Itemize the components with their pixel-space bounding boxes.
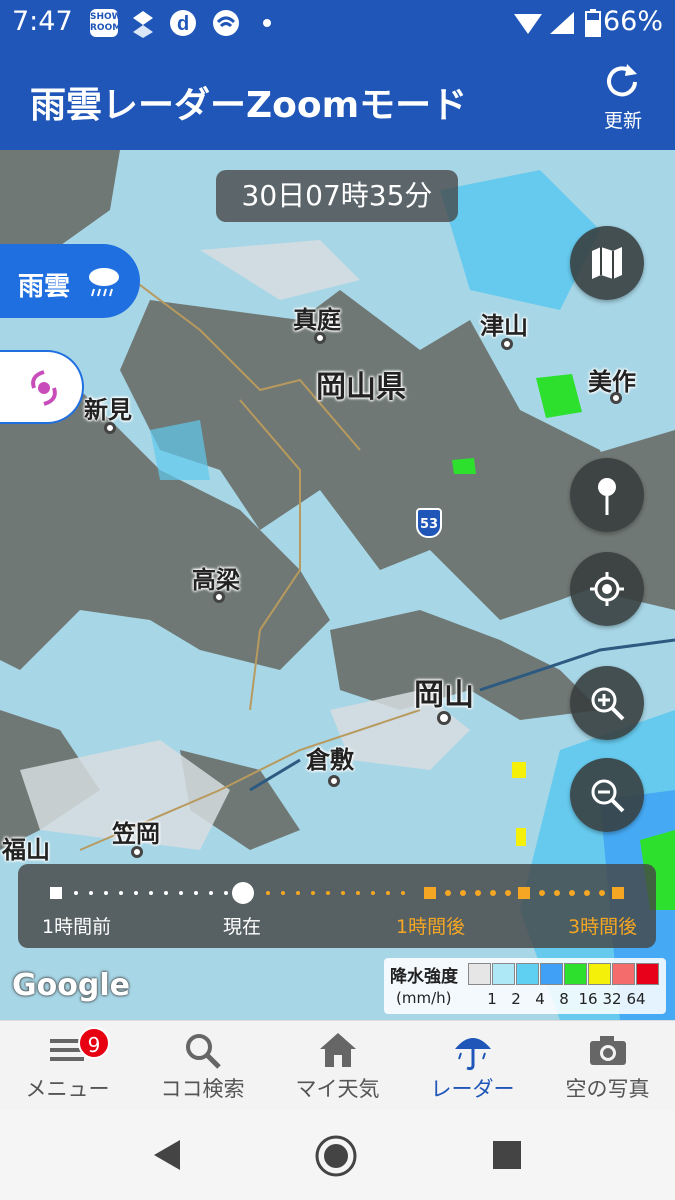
pin-icon xyxy=(598,478,616,515)
typhoon-layer-button[interactable] xyxy=(0,350,84,424)
precipitation-legend: 降水強度 (mm/h) 1 2 4 8 16 32 64 xyxy=(384,958,666,1014)
nav-radar[interactable]: レーダー xyxy=(405,1021,540,1111)
time-slider-thumb xyxy=(232,882,254,904)
city-label: 福山 xyxy=(2,836,50,864)
legend-tick: 1 xyxy=(487,990,497,1008)
time-slider-track[interactable] xyxy=(18,874,656,914)
zoom-out-button[interactable] xyxy=(570,758,644,832)
legend-swatch xyxy=(540,963,563,985)
system-nav-bar xyxy=(0,1110,675,1200)
status-time: 7:47 xyxy=(12,6,73,37)
dropbox-icon xyxy=(133,11,153,38)
prefecture-label: 岡山県 xyxy=(316,370,406,405)
city-label: 新見 xyxy=(84,396,132,424)
d-icon: d xyxy=(170,10,196,36)
legend-unit: (mm/h) xyxy=(396,989,452,1007)
legend-swatch xyxy=(468,963,491,985)
camera-icon xyxy=(590,1036,626,1065)
nav-search-label: ココ検索 xyxy=(160,1077,245,1101)
legend-tick: 64 xyxy=(626,990,646,1008)
refresh-button[interactable]: 更新 xyxy=(593,62,653,132)
legend-swatch xyxy=(588,963,611,985)
search-icon xyxy=(186,1034,221,1069)
current-location-button[interactable] xyxy=(570,552,644,626)
city-marker[interactable] xyxy=(104,422,116,434)
zoom-in-icon xyxy=(591,687,625,721)
zoom-out-icon xyxy=(591,779,625,813)
pin-button[interactable] xyxy=(570,458,644,532)
time-slider[interactable]: 1時間前 現在 1時間後 3時間後 xyxy=(18,864,656,948)
time-label-3h: 3時間後 xyxy=(568,916,638,938)
app-header: 雨雲レーダーZoomモード 更新 xyxy=(0,46,675,150)
city-label: 津山 xyxy=(480,312,528,340)
home-button-icon[interactable] xyxy=(314,1134,358,1178)
svg-text:d: d xyxy=(177,13,189,35)
legend-swatch xyxy=(564,963,587,985)
city-marker[interactable] xyxy=(610,392,622,404)
legend-swatch xyxy=(516,963,539,985)
wifi-signal-icon xyxy=(514,14,542,34)
city-label: 美作 xyxy=(588,368,636,396)
nav-menu[interactable]: 9 メニュー xyxy=(0,1021,135,1111)
back-icon[interactable] xyxy=(150,1136,184,1174)
google-logo: Google xyxy=(12,968,130,1003)
legend-tick: 2 xyxy=(511,990,521,1008)
city-marker[interactable] xyxy=(213,591,225,603)
legend-tick: 4 xyxy=(535,990,545,1008)
map-icon xyxy=(592,247,622,279)
city-label: 倉敷 xyxy=(306,746,354,774)
nav-sky-photos-label: 空の写真 xyxy=(565,1077,650,1101)
rain-layer-button[interactable]: 雨雲 xyxy=(0,244,140,318)
rain-cloud-icon xyxy=(89,268,119,297)
route-sign: 53 xyxy=(416,508,442,538)
recents-icon[interactable] xyxy=(490,1138,524,1172)
menu-badge: 9 xyxy=(78,1027,110,1059)
city-label: 真庭 xyxy=(293,306,341,334)
nav-my-weather[interactable]: マイ天気 xyxy=(270,1021,405,1111)
legend-swatch xyxy=(612,963,635,985)
refresh-icon xyxy=(607,64,637,97)
city-marker[interactable] xyxy=(131,846,143,858)
legend-swatch xyxy=(636,963,659,985)
city-marker[interactable] xyxy=(314,332,326,344)
refresh-label: 更新 xyxy=(603,110,642,132)
wifi-icon xyxy=(213,10,239,36)
umbrella-icon xyxy=(455,1038,491,1071)
notification-dot-icon xyxy=(263,19,271,27)
crosshair-icon xyxy=(590,572,624,606)
legend-tick: 8 xyxy=(559,990,569,1008)
bottom-nav: 9 メニュー ココ検索 マイ天気 レーダー 空の写真 xyxy=(0,1020,675,1110)
city-marker[interactable] xyxy=(437,711,451,725)
city-label: 笠岡 xyxy=(112,820,160,848)
legend-tick: 16 xyxy=(578,990,598,1008)
time-label-1h: 1時間後 xyxy=(396,916,466,938)
city-marker[interactable] xyxy=(328,775,340,787)
battery-percent: 66% xyxy=(602,6,663,37)
showroom-icon: SHOW ROOM xyxy=(90,9,122,37)
nav-my-weather-label: マイ天気 xyxy=(295,1077,380,1101)
map-type-button[interactable] xyxy=(570,226,644,300)
city-label-major: 岡山 xyxy=(414,678,474,713)
time-label-now: 現在 xyxy=(223,916,262,938)
page-title: 雨雲レーダーZoomモード xyxy=(30,85,468,126)
home-icon xyxy=(320,1033,356,1067)
status-bar: 7:47 SHOW ROOM d 66% xyxy=(0,0,675,46)
legend-tick: 32 xyxy=(602,990,622,1008)
signal-icon xyxy=(550,12,574,34)
nav-search[interactable]: ココ検索 xyxy=(135,1021,270,1111)
nav-sky-photos[interactable]: 空の写真 xyxy=(540,1021,675,1111)
nav-radar-label: レーダー xyxy=(430,1077,515,1101)
typhoon-icon xyxy=(31,370,57,406)
legend-title: 降水強度 xyxy=(390,967,458,987)
rain-layer-label: 雨雲 xyxy=(18,272,71,302)
legend-swatch xyxy=(492,963,515,985)
nav-menu-label: メニュー xyxy=(25,1077,110,1101)
radar-timestamp: 30日07時35分 xyxy=(216,170,458,222)
time-label-past: 1時間前 xyxy=(42,916,112,938)
city-marker[interactable] xyxy=(501,338,513,350)
battery-icon xyxy=(585,9,601,37)
zoom-in-button[interactable] xyxy=(570,666,644,740)
city-label: 高梁 xyxy=(192,566,240,594)
